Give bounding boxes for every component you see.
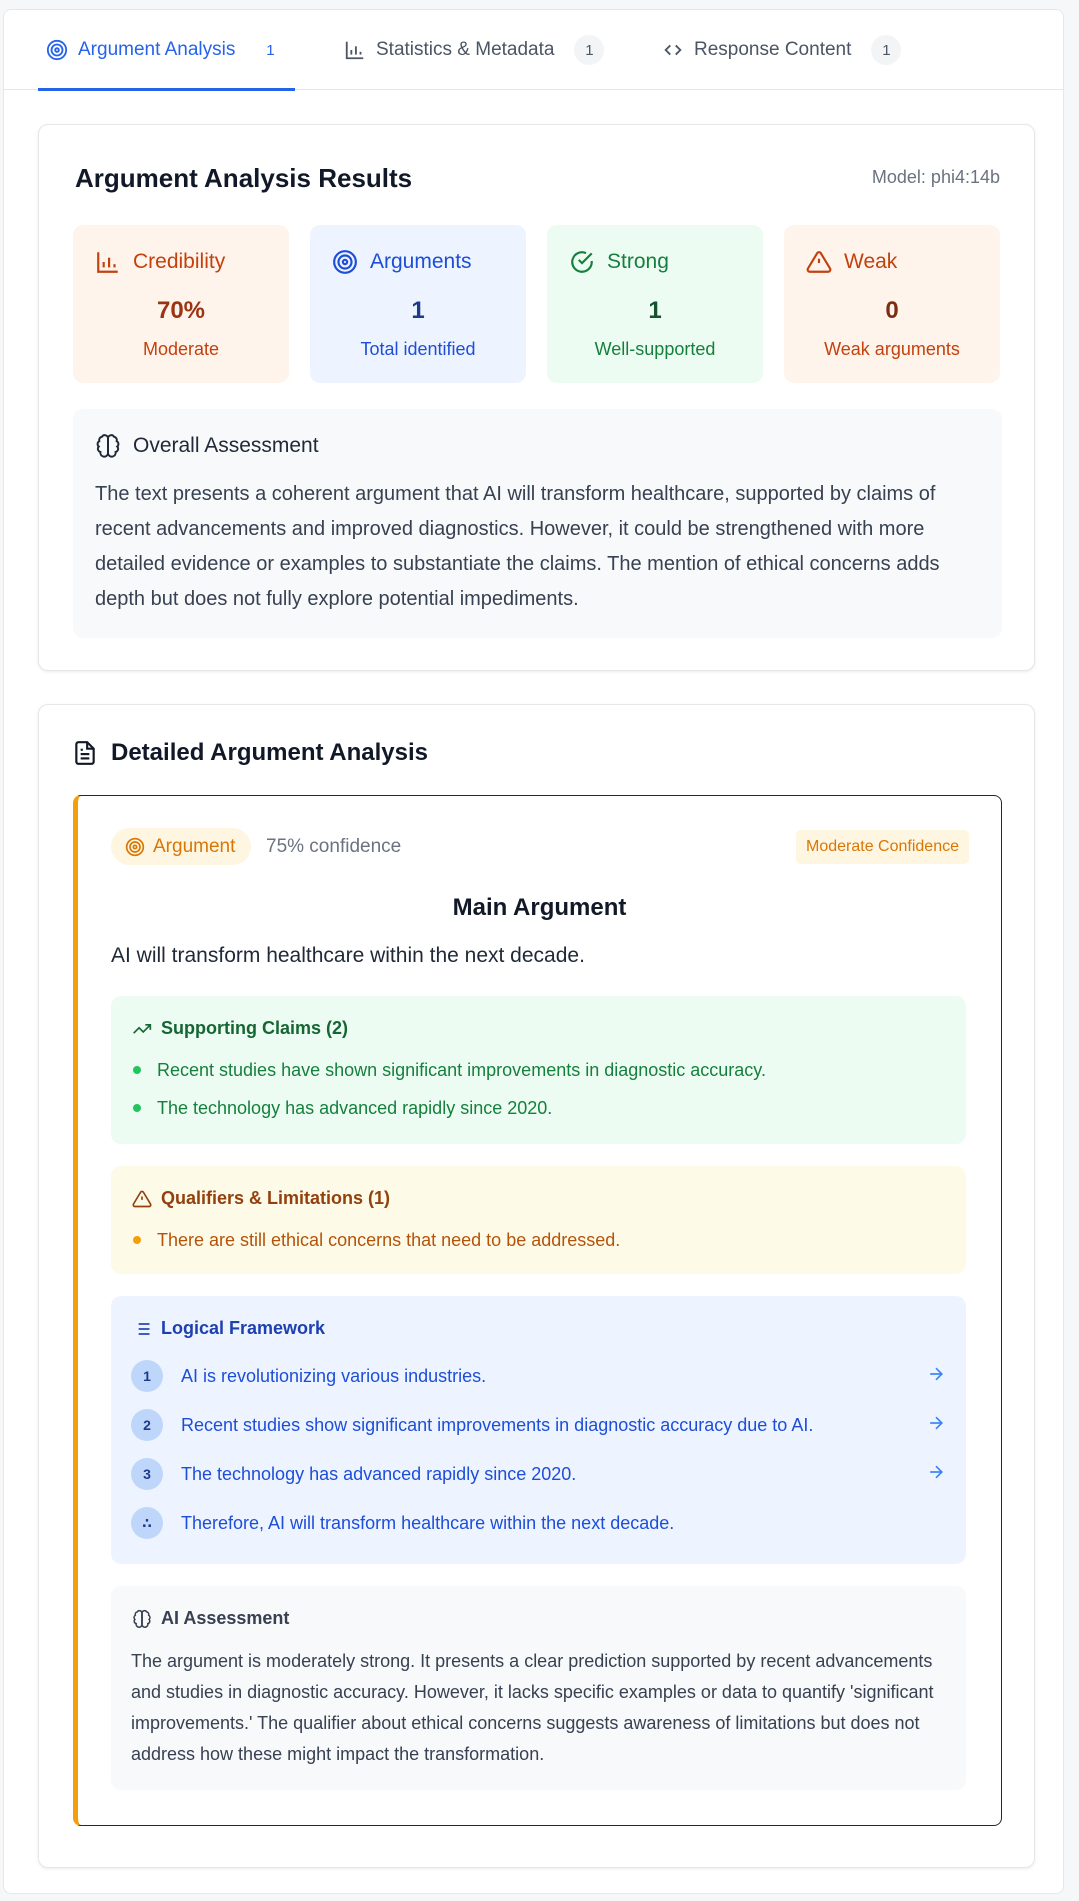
list-item: The technology has advanced rapidly sinc…: [131, 1096, 766, 1134]
document-icon: [75, 741, 95, 765]
logic-step: 3 The technology has advanced rapidly si…: [131, 1456, 946, 1492]
main-argument-title: Main Argument: [452, 894, 627, 921]
strong-stat: Strong 1 Well-supported: [547, 225, 763, 383]
main-argument-text: AI will transform healthcare within the …: [111, 944, 585, 967]
tab-count: 1: [266, 41, 275, 59]
stat-subtext: Weak arguments: [824, 339, 960, 359]
tab-label: Statistics & Metadata: [376, 39, 555, 60]
step-number: 3: [131, 1458, 163, 1490]
stat-label: Strong: [607, 250, 669, 273]
warning-icon: [132, 1190, 152, 1207]
step-text: Recent studies show significant improvem…: [181, 1414, 814, 1435]
stat-value: 70%: [156, 297, 206, 324]
arrow-right-icon: [930, 1367, 944, 1381]
list-icon: [134, 1322, 150, 1335]
step-text: Therefore, AI will transform healthcare …: [181, 1512, 675, 1533]
overall-assessment: Overall Assessment The text presents a c…: [73, 409, 1002, 638]
detail-title: Detailed Argument Analysis: [111, 739, 428, 766]
logic-step: ∴ Therefore, AI will transform healthcar…: [131, 1505, 946, 1541]
detail-card: Detailed Argument Analysis Argument 75% …: [38, 704, 1035, 1868]
confidence-text: 75% confidence: [266, 836, 402, 857]
stat-subtext: Moderate: [142, 339, 220, 359]
argument-badge: Argument: [111, 828, 252, 865]
arrow-right-icon: [930, 1416, 944, 1430]
logic-step: 2 Recent studies show significant improv…: [131, 1407, 946, 1443]
arguments-stat: Arguments 1 Total identified: [310, 225, 526, 383]
supporting-claims: Supporting Claims (2) Recent studies hav…: [111, 996, 966, 1144]
check-circle-icon: [571, 251, 593, 273]
warning-icon: [806, 251, 832, 273]
tab-bar: Argument Analysis 1 Statistics & Metadat…: [4, 10, 1063, 91]
stat-subtext: Total identified: [360, 339, 476, 359]
step-number: ∴: [131, 1507, 163, 1539]
bar-chart-icon: [345, 41, 364, 60]
target-icon: [46, 39, 68, 61]
stat-value: 0: [885, 297, 899, 324]
model-label: Model: phi4:14b: [871, 167, 1000, 187]
logic-title: Logical Framework: [161, 1318, 326, 1338]
ai-assessment-text: The argument is moderately strong. It pr…: [131, 1651, 934, 1764]
target-icon: [333, 250, 357, 274]
list-item: Recent studies have shown significant im…: [131, 1058, 766, 1096]
step-number: 2: [131, 1409, 163, 1441]
stat-label: Credibility: [133, 250, 226, 273]
stat-subtext: Well-supported: [594, 339, 716, 359]
stat-label: Arguments: [370, 250, 472, 273]
argument-card: Argument 75% confidence Moderate Confide…: [73, 795, 1002, 1826]
logical-framework: Logical Framework 1 AI is revolutionizin…: [111, 1296, 966, 1564]
supporting-title: Supporting Claims (2): [161, 1018, 349, 1038]
step-text: The technology has advanced rapidly sinc…: [181, 1463, 577, 1484]
analysis-page: Argument Analysis 1 Statistics & Metadat…: [3, 9, 1064, 1894]
brain-icon: [96, 434, 120, 458]
tab-response-content[interactable]: Response Content 1: [662, 10, 902, 90]
code-icon: [664, 44, 682, 56]
step-number: 1: [131, 1360, 163, 1392]
results-title: Argument Analysis Results: [75, 163, 413, 193]
tab-count: 1: [574, 35, 605, 65]
logic-step: 1 AI is revolutionizing various industri…: [131, 1358, 946, 1394]
brain-icon: [133, 1609, 151, 1628]
step-text: AI is revolutionizing various industries…: [181, 1365, 487, 1386]
target-icon: [125, 837, 145, 856]
tab-count: 1: [871, 35, 902, 65]
stat-value: 1: [411, 297, 425, 324]
tab-statistics-metadata[interactable]: Statistics & Metadata 1: [344, 10, 605, 90]
trending-up-icon: [133, 1023, 152, 1034]
overall-text: The text presents a coherent argument th…: [95, 483, 940, 610]
confidence-badge: Moderate Confidence: [796, 830, 969, 864]
tab-label: Argument Analysis: [78, 39, 236, 60]
arrow-right-icon: [930, 1465, 944, 1479]
qualifiers-limitations: Qualifiers & Limitations (1) There are s…: [111, 1166, 966, 1274]
stat-label: Weak: [844, 250, 898, 273]
ai-assessment-title: AI Assessment: [161, 1608, 290, 1628]
results-card: Argument Analysis Results Model: phi4:14…: [38, 124, 1035, 671]
tab-argument-analysis[interactable]: Argument Analysis 1: [38, 10, 295, 91]
ai-assessment: AI Assessment The argument is moderately…: [111, 1586, 966, 1790]
bar-chart-icon: [97, 252, 118, 273]
stat-value: 1: [648, 297, 662, 324]
credibility-stat: Credibility 70% Moderate: [73, 225, 289, 383]
weak-stat: Weak 0 Weak arguments: [784, 225, 1000, 383]
overall-title: Overall Assessment: [133, 434, 319, 457]
argument-badge-label: Argument: [153, 835, 236, 857]
qualifiers-title: Qualifiers & Limitations (1): [161, 1188, 391, 1208]
list-item: There are still ethical concerns that ne…: [131, 1228, 620, 1266]
tab-label: Response Content: [694, 39, 852, 60]
